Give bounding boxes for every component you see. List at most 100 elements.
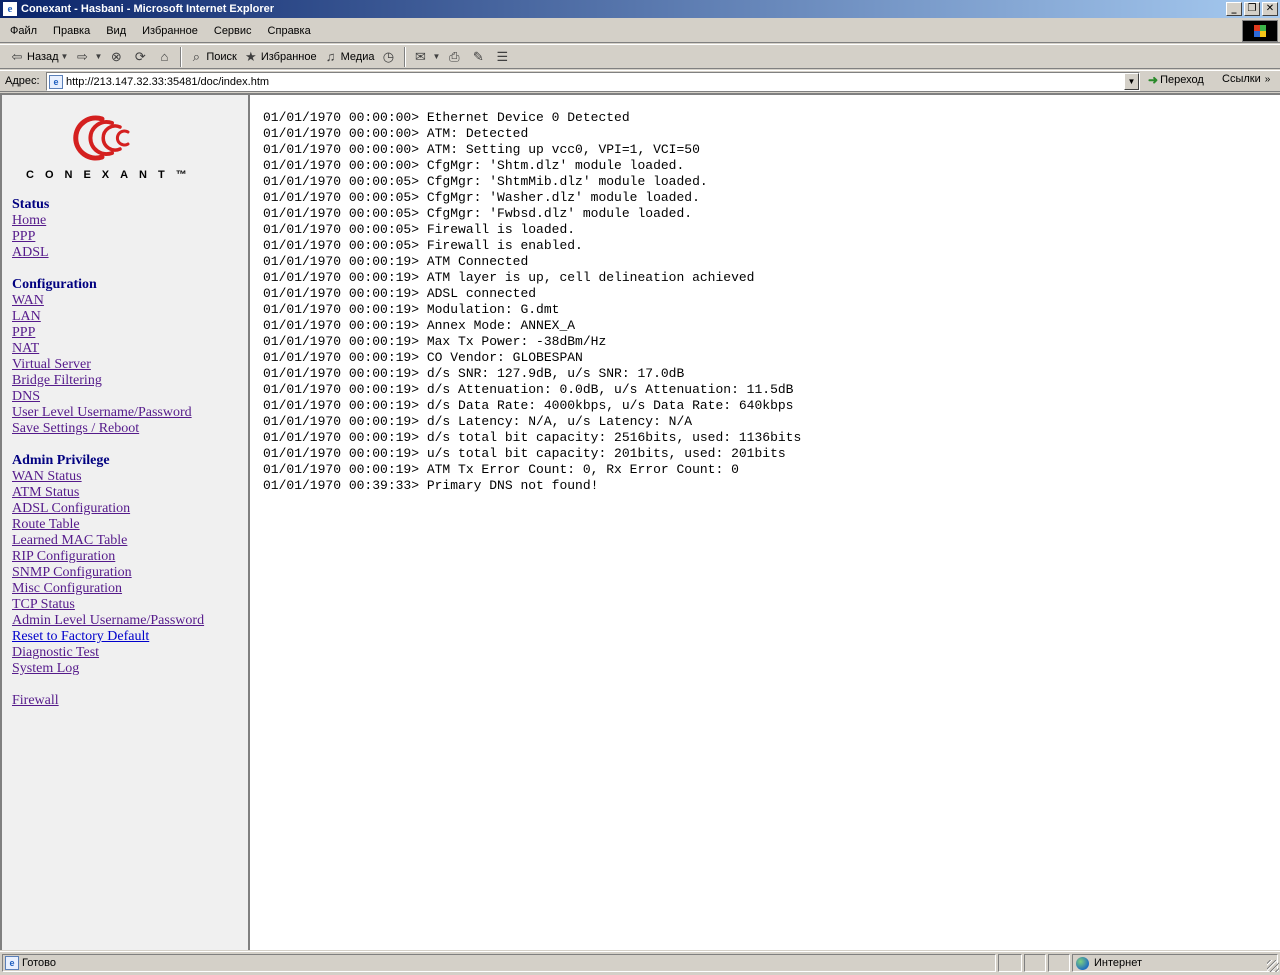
log-line: 01/01/1970 00:00:19> ATM layer is up, ce… [263,270,755,285]
links-button[interactable]: Ссылки» [1222,73,1270,85]
nav-link-snmp-configuration[interactable]: SNMP Configuration [12,565,246,581]
nav-link-bridge-filtering[interactable]: Bridge Filtering [12,373,246,389]
resize-grip-icon[interactable] [1267,960,1279,972]
log-line: 01/01/1970 00:00:00> ATM: Setting up vcc… [263,142,700,157]
favorites-button[interactable]: ★ Избранное [240,46,320,68]
system-log: 01/01/1970 00:00:00> Ethernet Device 0 D… [263,110,801,494]
nav-link-wan-status[interactable]: WAN Status [12,469,246,485]
nav-link-route-table[interactable]: Route Table [12,517,246,533]
zone-text: Интернет [1094,957,1142,969]
nav-link-misc-configuration[interactable]: Misc Configuration [12,581,246,597]
minimize-button[interactable]: _ [1226,2,1242,16]
chevron-right-icon: » [1264,74,1271,85]
nav-link-atm-status[interactable]: ATM Status [12,485,246,501]
nav-link-adsl-configuration[interactable]: ADSL Configuration [12,501,246,517]
history-icon: ◷ [382,48,395,64]
navigation-frame: CONEXANT™ Status Home PPP ADSL Configura… [2,95,250,950]
home-button[interactable]: ⌂ [153,46,177,68]
log-line: 01/01/1970 00:00:19> d/s Data Rate: 4000… [263,398,794,413]
nav-link-config-ppp[interactable]: PPP [12,325,246,341]
nav-link-rip-configuration[interactable]: RIP Configuration [12,549,246,565]
forward-dropdown-icon[interactable]: ▼ [94,52,102,61]
status-panel [1024,954,1046,972]
logo-wordmark: CONEXANT™ [26,169,198,181]
page-content: CONEXANT™ Status Home PPP ADSL Configura… [0,93,1280,950]
nav-link-wan[interactable]: WAN [12,293,246,309]
nav-link-status-ppp[interactable]: PPP [12,229,246,245]
nav-link-home[interactable]: Home [12,213,246,229]
menu-tools[interactable]: Сервис [206,25,260,37]
edit-icon: ✎ [472,48,484,64]
menu-view[interactable]: Вид [98,25,134,37]
refresh-button[interactable]: ⟳ [129,46,153,68]
print-button[interactable]: ⎙ [443,46,467,68]
stop-icon: ⊗ [110,48,122,64]
nav-link-save-reboot[interactable]: Save Settings / Reboot [12,421,246,437]
nav-section-admin: Admin Privilege [12,453,110,468]
search-button[interactable]: ⌕ Поиск [185,46,239,68]
nav-link-learned-mac-table[interactable]: Learned MAC Table [12,533,246,549]
address-url[interactable]: http://213.147.32.33:35481/doc/index.htm [66,76,269,88]
conexant-logo-icon [73,115,130,161]
page-icon: e [49,74,63,89]
nav-link-adsl[interactable]: ADSL [12,245,246,261]
back-dropdown-icon[interactable]: ▼ [61,52,69,61]
nav-gap [12,437,246,453]
nav-gap [12,261,246,277]
edit-button[interactable]: ✎ [467,46,491,68]
log-line: 01/01/1970 00:00:19> d/s total bit capac… [263,430,802,445]
go-arrow-icon: ➜ [1148,73,1159,87]
back-button[interactable]: ⇦ Назад ▼ [6,46,71,68]
forward-arrow-icon: ⇨ [77,48,88,64]
go-button[interactable]: ➜ Переход [1148,73,1204,87]
history-button[interactable]: ◷ [377,46,401,68]
menu-favorites[interactable]: Избранное [134,25,206,37]
nav-link-dns[interactable]: DNS [12,389,246,405]
address-input[interactable]: e http://213.147.32.33:35481/doc/index.h… [46,72,1140,91]
nav-gap [12,677,246,693]
nav-link-diagnostic-test[interactable]: Diagnostic Test [12,645,246,661]
nav-link-tcp-status[interactable]: TCP Status [12,597,246,613]
nav-link-lan[interactable]: LAN [12,309,246,325]
nav-link-user-level-password[interactable]: User Level Username/Password [12,405,246,421]
security-zone-panel: Интернет [1072,954,1278,972]
log-line: 01/01/1970 00:00:19> Annex Mode: ANNEX_A [263,318,576,333]
restore-button[interactable]: ❐ [1244,2,1260,16]
discuss-button[interactable]: ☰ [491,46,515,68]
log-line: 01/01/1970 00:00:19> ATM Connected [263,254,529,269]
status-bar: e Готово Интернет [0,951,1280,973]
mail-icon: ✉ [415,48,426,64]
menu-file[interactable]: Файл [0,25,45,37]
forward-button[interactable]: ⇨ ▼ [71,46,105,68]
nav-link-reset-factory-default[interactable]: Reset to Factory Default [12,629,246,645]
nav-menu: Status Home PPP ADSL Configuration WAN L… [12,197,246,709]
mail-button[interactable]: ✉ ▼ [409,46,443,68]
back-label: Назад [27,50,59,63]
links-label: Ссылки [1222,73,1261,85]
title-bar[interactable]: e Conexant - Hasbani - Microsoft Interne… [0,0,1280,18]
nav-link-system-log[interactable]: System Log [12,661,246,677]
menu-edit[interactable]: Правка [45,25,98,37]
nav-link-nat[interactable]: NAT [12,341,246,357]
windows-flag-icon [1254,25,1266,37]
address-dropdown-icon[interactable]: ▼ [1124,73,1139,90]
log-line: 01/01/1970 00:00:00> CfgMgr: 'Shtm.dlz' … [263,158,685,173]
menu-help[interactable]: Справка [260,25,319,37]
log-line: 01/01/1970 00:00:19> d/s Latency: N/A, u… [263,414,693,429]
close-button[interactable]: ✕ [1262,2,1278,16]
windows-logo-throbber [1242,20,1278,42]
nav-link-virtual-server[interactable]: Virtual Server [12,357,246,373]
log-line: 01/01/1970 00:39:33> Primary DNS not fou… [263,478,599,493]
media-button[interactable]: ♫ Медиа [320,46,378,68]
mail-dropdown-icon[interactable]: ▼ [432,52,440,61]
status-panel [1048,954,1070,972]
favorites-icon: ★ [245,48,257,64]
globe-icon [1076,956,1089,970]
system-log-frame: 01/01/1970 00:00:00> Ethernet Device 0 D… [253,95,1280,950]
stop-button[interactable]: ⊗ [105,46,129,68]
window-title: Conexant - Hasbani - Microsoft Internet … [21,3,275,15]
log-line: 01/01/1970 00:00:19> d/s Attenuation: 0.… [263,382,794,397]
nav-link-firewall[interactable]: Firewall [12,693,246,709]
nav-link-admin-level-password[interactable]: Admin Level Username/Password [12,613,246,629]
log-line: 01/01/1970 00:00:05> CfgMgr: 'Washer.dlz… [263,190,700,205]
